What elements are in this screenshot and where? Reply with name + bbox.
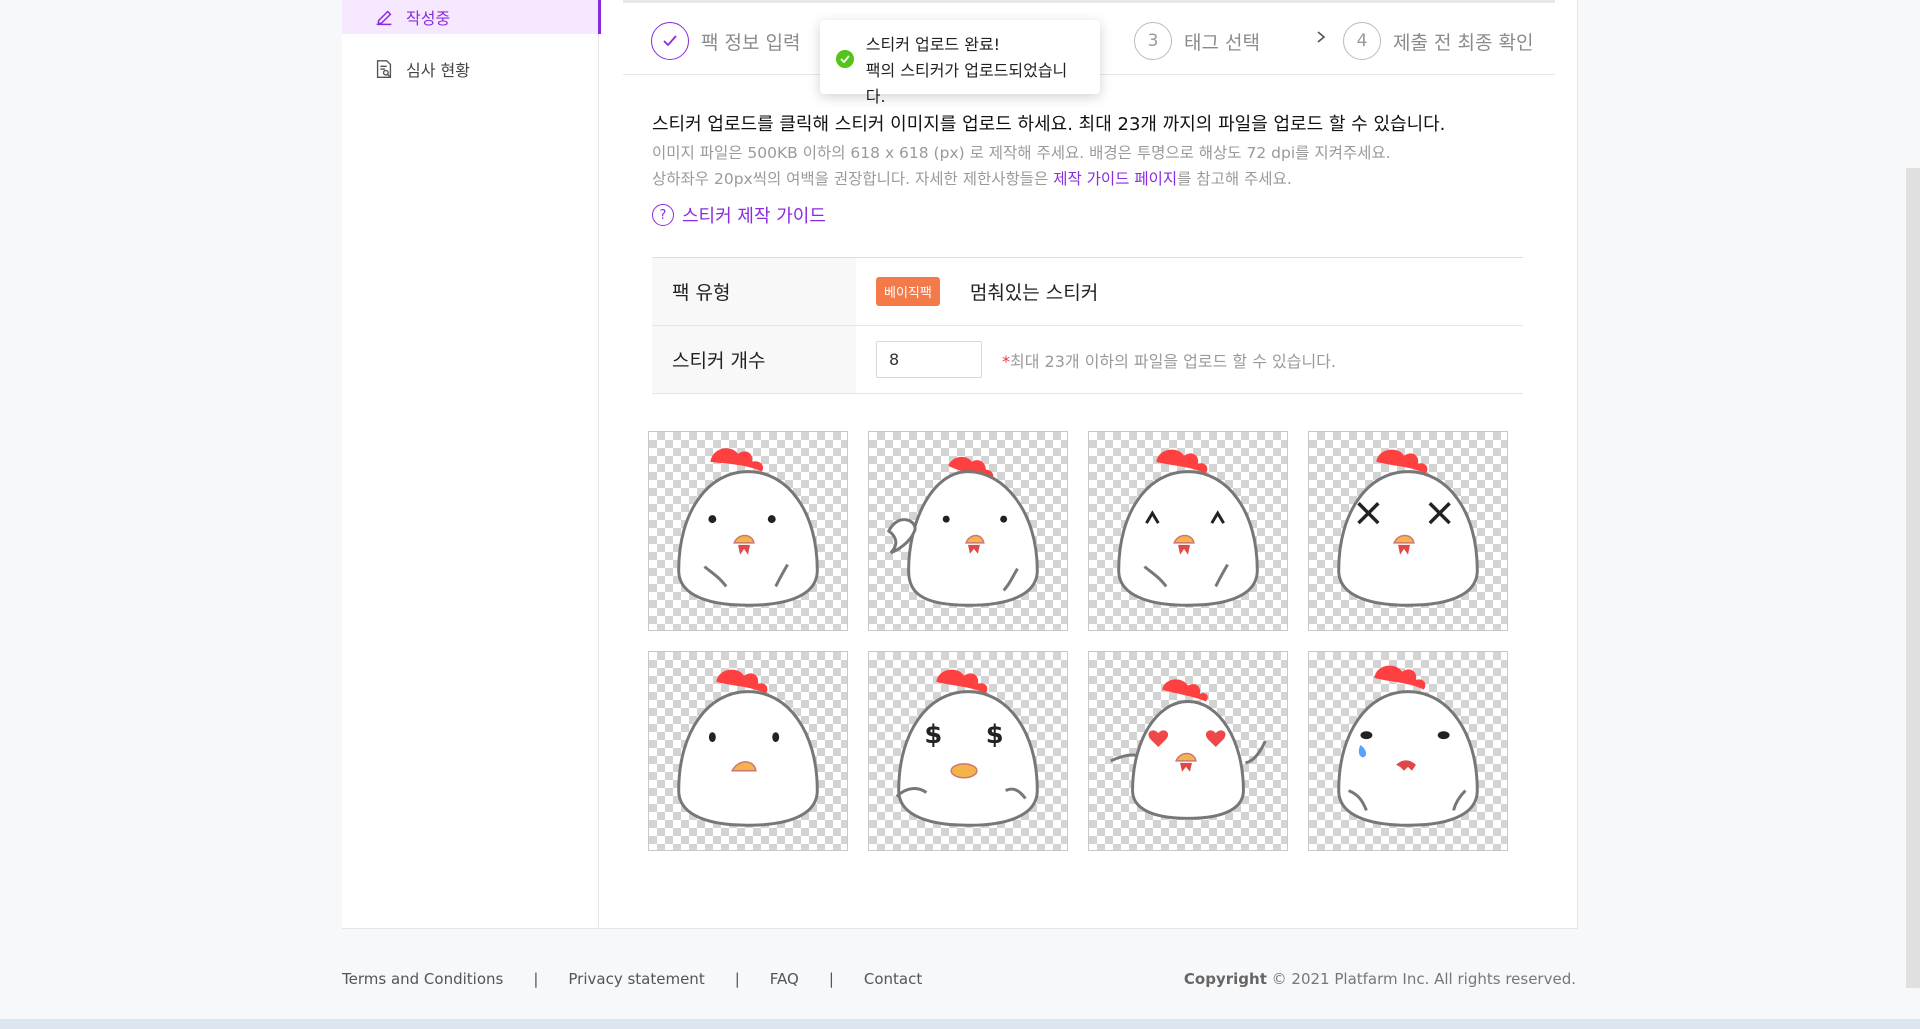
question-icon: ? — [652, 204, 674, 226]
copyright-label: Copyright — [1183, 970, 1267, 988]
scrollbar[interactable] — [1906, 168, 1920, 988]
sticker-count-label: 스티커 개수 — [652, 326, 856, 393]
instruction-text: 를 참고해 주세요. — [1177, 170, 1292, 188]
sticker-count-input[interactable] — [876, 341, 982, 378]
svg-text:$: $ — [986, 720, 1004, 750]
footer-links: Terms and Conditions | Privacy statement… — [342, 970, 922, 988]
step-number: 4 — [1343, 22, 1381, 60]
instruction-text: 상하좌우 20px씩의 여백을 권장합니다. 자세한 제한사항들은 — [652, 170, 1054, 188]
footer-link-privacy[interactable]: Privacy statement — [568, 970, 704, 988]
sticker-tile[interactable]: $ $ — [868, 651, 1068, 851]
review-doc-icon — [372, 57, 396, 81]
chicken-sticker-icon — [1110, 679, 1267, 820]
instruction-sub1: 이미지 파일은 500KB 이하의 618 x 618 (px) 로 제작해 주… — [652, 144, 1391, 162]
pack-type-label: 팩 유형 — [652, 258, 856, 325]
pencil-icon — [372, 5, 396, 29]
table-row: 스티커 개수 *최대 23개 이하의 파일을 업로드 할 수 있습니다. — [652, 326, 1523, 394]
sticker-tile[interactable] — [648, 431, 848, 631]
copyright: Copyright © 2021 Platfarm Inc. All right… — [1184, 970, 1576, 988]
chicken-sticker-icon — [677, 448, 819, 607]
sticker-tile[interactable] — [1308, 651, 1508, 851]
footer-link-faq[interactable]: FAQ — [770, 970, 799, 988]
chicken-sticker-icon: $ $ — [895, 669, 1039, 827]
sticker-grid: $ $ — [648, 431, 1512, 851]
svg-text:$: $ — [924, 720, 942, 750]
chicken-sticker-icon — [677, 669, 819, 827]
instruction-main: 스티커 업로드를 클릭해 스티커 이미지를 업로드 하세요. 최대 23개 까지… — [652, 114, 1446, 135]
chicken-sticker-icon — [886, 456, 1039, 607]
sidebar-item-review-status[interactable]: 심사 현황 — [342, 52, 598, 86]
check-icon — [651, 22, 689, 60]
chicken-sticker-icon — [1337, 449, 1479, 607]
sidebar-item-label: 심사 현황 — [406, 61, 470, 80]
copyright-text: © 2021 Platfarm Inc. All rights reserved… — [1266, 970, 1576, 988]
sticker-tile[interactable] — [1088, 431, 1288, 631]
upload-success-toast: 스티커 업로드 완료! 팩의 스티커가 업로드되었습니다. — [820, 20, 1100, 106]
sticker-tile[interactable] — [1088, 651, 1288, 851]
count-note: *최대 23개 이하의 파일을 업로드 할 수 있습니다. — [1002, 348, 1336, 372]
sidebar-item-drafts[interactable]: 작성중 — [342, 0, 601, 34]
divider: | — [828, 970, 834, 988]
step-pack-info[interactable]: 팩 정보 입력 — [651, 22, 800, 60]
step-label: 팩 정보 입력 — [701, 31, 801, 54]
footer-link-terms[interactable]: Terms and Conditions — [342, 970, 503, 988]
chicken-sticker-icon — [1117, 449, 1259, 607]
divider: | — [533, 970, 539, 988]
pack-type-badge: 베이직팩 — [876, 277, 940, 306]
table-row: 팩 유형 베이직팩 멈춰있는 스티커 — [652, 258, 1523, 326]
guide-page-link[interactable]: 제작 가이드 페이지 — [1053, 170, 1177, 188]
sidebar-item-label: 작성중 — [406, 9, 451, 28]
chicken-sticker-icon — [1337, 665, 1479, 827]
toast-title: 스티커 업로드 완료! — [865, 35, 1001, 54]
sticker-tile[interactable] — [868, 431, 1068, 631]
sticker-tile[interactable] — [1308, 431, 1508, 631]
step-final-review[interactable]: 4 제출 전 최종 확인 — [1343, 22, 1533, 60]
upload-instructions: 스티커 업로드를 클릭해 스티커 이미지를 업로드 하세요. 최대 23개 까지… — [652, 110, 1552, 192]
pack-info-table: 팩 유형 베이직팩 멈춰있는 스티커 스티커 개수 *최대 23개 이하의 파일… — [652, 257, 1523, 394]
divider: | — [734, 970, 740, 988]
chevron-right-icon — [1315, 30, 1327, 44]
step-label: 제출 전 최종 확인 — [1393, 31, 1534, 54]
guide-link-label: 스티커 제작 가이드 — [682, 206, 826, 227]
step-label: 태그 선택 — [1184, 31, 1260, 54]
step-tag-select[interactable]: 3 태그 선택 — [1134, 22, 1260, 60]
footer-link-contact[interactable]: Contact — [864, 970, 922, 988]
sticker-guide-link[interactable]: ? 스티커 제작 가이드 — [652, 202, 826, 228]
count-note-text: 최대 23개 이하의 파일을 업로드 할 수 있습니다. — [1010, 351, 1337, 371]
step-number: 3 — [1134, 22, 1172, 60]
divider — [623, 0, 1555, 3]
pack-name: 멈춰있는 스티커 — [969, 282, 1099, 304]
toast-message: 팩의 스티커가 업로드되었습니다. — [865, 61, 1068, 106]
instruction-sub2: 상하좌우 20px씩의 여백을 권장합니다. 자세한 제한사항들은 제작 가이드… — [652, 166, 1552, 192]
success-check-icon — [836, 50, 854, 68]
required-mark: * — [1002, 351, 1010, 371]
sidebar: 작성중 심사 현황 — [342, 0, 601, 928]
sticker-tile[interactable] — [648, 651, 848, 851]
window-bottom-bar — [0, 1019, 1920, 1029]
